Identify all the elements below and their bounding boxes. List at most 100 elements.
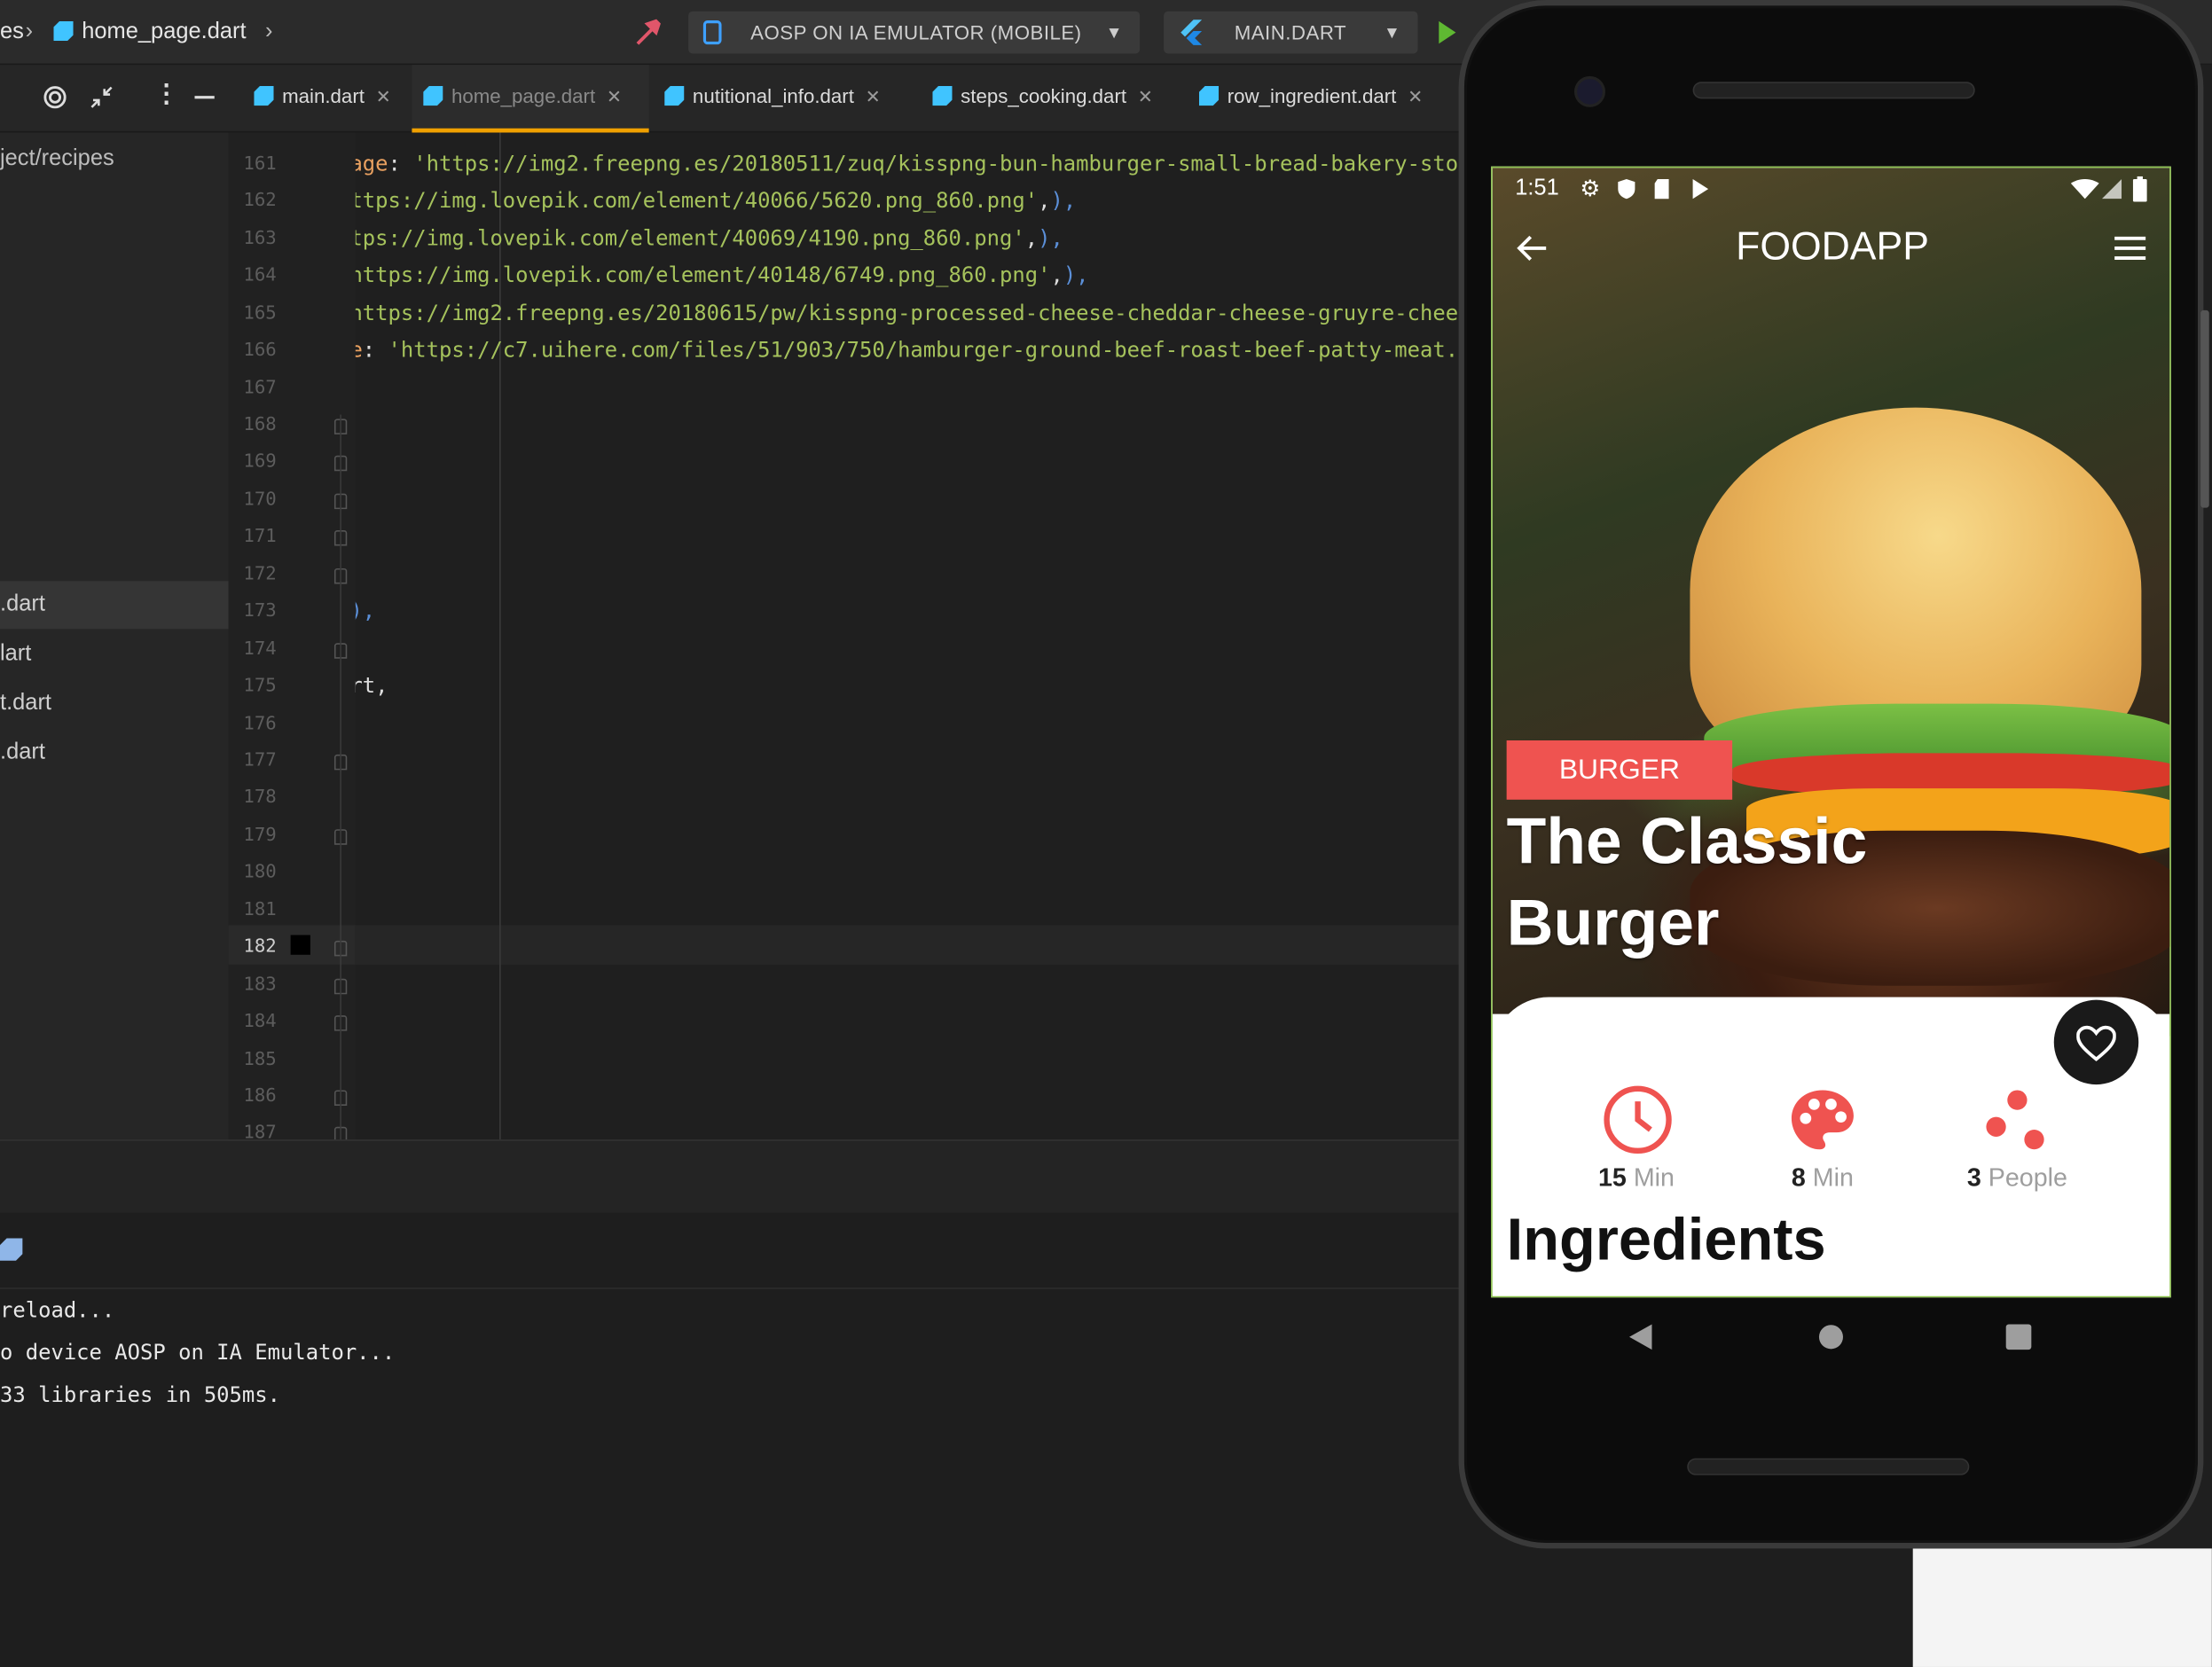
menu-icon[interactable] bbox=[2114, 236, 2147, 262]
flutter-icon bbox=[1181, 20, 1203, 45]
line-number: 181 bbox=[243, 899, 277, 921]
code-line: e: 'https://c7.uihere.com/files/51/903/7… bbox=[356, 337, 1467, 363]
editor-tab-bar: ⋮ main.dart ✕ home_page.dart ✕ nutitional_… bbox=[0, 65, 1468, 133]
run-icon[interactable] bbox=[1436, 20, 1458, 45]
android-nav-bar bbox=[1491, 1297, 2171, 1376]
stat-value: 8 Min bbox=[1724, 1163, 1922, 1193]
project-file-item[interactable]: t.dart bbox=[0, 680, 229, 728]
line-number: 177 bbox=[243, 750, 277, 772]
collapse-icon[interactable] bbox=[89, 84, 114, 110]
code-line: ttps://img.lovepik.com/element/40066/562… bbox=[356, 188, 1076, 214]
project-file-item[interactable]: .dart bbox=[0, 729, 229, 777]
status-time: 1:51 bbox=[1515, 176, 1559, 200]
line-number: 185 bbox=[243, 1049, 277, 1071]
volume-button bbox=[2200, 309, 2209, 508]
play-store-icon bbox=[1692, 178, 1709, 200]
close-icon[interactable]: ✕ bbox=[1408, 86, 1423, 107]
dots-icon bbox=[1986, 1090, 2044, 1150]
project-path[interactable]: ject/recipes bbox=[0, 136, 229, 184]
project-file-item[interactable]: lart bbox=[0, 630, 229, 678]
project-panel: ject/recipes .dart lart t.dart .dart bbox=[0, 132, 229, 1140]
target-icon[interactable] bbox=[43, 84, 68, 110]
line-gutter: 161 162 163 164 165 166 167 168 169 170 … bbox=[228, 132, 356, 1144]
line-number: 161 bbox=[243, 153, 277, 176]
signal-icon bbox=[2101, 178, 2122, 200]
line-number: 166 bbox=[243, 340, 277, 362]
code-key: e bbox=[356, 337, 363, 363]
code-string: 'https://img2.freepng.es/20180511/zuq/ki… bbox=[413, 151, 1468, 176]
line-number: 183 bbox=[243, 974, 277, 996]
breadcrumb-file[interactable]: home_page.dart bbox=[53, 20, 247, 45]
ingredients-heading: Ingredients bbox=[1506, 1205, 1826, 1272]
stat-number: 15 bbox=[1597, 1163, 1627, 1192]
current-line-highlight bbox=[355, 925, 1468, 965]
tab-main-dart[interactable]: main.dart ✕ bbox=[248, 65, 396, 132]
tab-label: home_page.dart bbox=[451, 84, 596, 107]
line-number: 182 bbox=[243, 936, 277, 958]
code-key: age bbox=[356, 151, 388, 176]
dart-console-icon bbox=[0, 1238, 23, 1261]
android-status-bar: 1:51 ⚙ bbox=[1493, 168, 2169, 213]
close-icon[interactable]: ✕ bbox=[376, 86, 391, 107]
line-number: 171 bbox=[243, 526, 277, 548]
minimize-icon[interactable] bbox=[194, 96, 215, 99]
tab-row-ingredient-dart[interactable]: row_ingredient.dart ✕ bbox=[1198, 65, 1423, 132]
stat-unit: Min bbox=[1812, 1163, 1854, 1192]
line-number: 173 bbox=[243, 600, 277, 622]
device-selector[interactable]: AOSP ON IA EMULATOR (MOBILE) ▼ bbox=[688, 11, 1141, 54]
earpiece-speaker bbox=[1692, 82, 1975, 99]
battery-icon bbox=[2132, 176, 2147, 202]
tab-home-page-dart[interactable]: home_page.dart ✕ bbox=[412, 65, 649, 133]
line-number: 186 bbox=[243, 1085, 277, 1107]
line-number: 175 bbox=[243, 675, 277, 697]
tab-steps-cooking-dart[interactable]: steps_cooking.dart ✕ bbox=[932, 65, 1153, 132]
breakpoint-marker[interactable] bbox=[290, 935, 310, 955]
stat-number: 8 bbox=[1791, 1163, 1806, 1192]
close-icon[interactable]: ✕ bbox=[866, 86, 881, 107]
more-options-icon[interactable]: ⋮ bbox=[153, 79, 179, 108]
close-icon[interactable]: ✕ bbox=[1138, 86, 1153, 107]
front-camera bbox=[1573, 75, 1605, 107]
tab-nutitional-info-dart[interactable]: nutitional_info.dart ✕ bbox=[664, 65, 881, 132]
nav-back-icon[interactable] bbox=[1627, 1323, 1655, 1351]
code-editor[interactable]: age: 'https://img2.freepng.es/20180511/z… bbox=[355, 132, 1468, 1140]
code-line: rt, bbox=[356, 672, 388, 699]
dart-file-icon bbox=[664, 86, 685, 106]
line-number: 172 bbox=[243, 564, 277, 586]
dart-file-icon bbox=[423, 86, 443, 106]
tab-label: steps_cooking.dart bbox=[961, 84, 1127, 107]
panel-divider bbox=[0, 1139, 1468, 1213]
console-divider bbox=[0, 1287, 1468, 1289]
hammer-build-icon[interactable] bbox=[632, 17, 663, 48]
wifi-icon bbox=[2070, 178, 2099, 200]
code-line: https://img.lovepik.com/element/40148/67… bbox=[356, 262, 1089, 288]
sd-card-icon bbox=[1654, 178, 1669, 200]
line-number: 169 bbox=[243, 450, 277, 473]
run-config-selector[interactable]: MAIN.DART ▼ bbox=[1164, 11, 1418, 54]
project-file-item[interactable]: .dart bbox=[0, 581, 229, 630]
favorite-button[interactable] bbox=[2053, 999, 2139, 1085]
stat-value: 3 People bbox=[1918, 1163, 2116, 1193]
nav-home-icon[interactable] bbox=[1817, 1323, 1846, 1351]
shield-icon bbox=[1618, 178, 1635, 200]
breadcrumb-file-label: home_page.dart bbox=[82, 20, 247, 44]
line-number: 176 bbox=[243, 713, 277, 735]
line-number: 178 bbox=[243, 787, 277, 809]
stat-number: 3 bbox=[1966, 1163, 1981, 1192]
tab-label: nutitional_info.dart bbox=[692, 84, 854, 107]
heart-icon bbox=[2076, 1025, 2116, 1061]
settings-icon: ⚙ bbox=[1580, 177, 1601, 202]
dart-file-icon bbox=[254, 86, 274, 106]
breadcrumb-separator: › bbox=[25, 20, 34, 44]
bottom-speaker bbox=[1687, 1458, 1970, 1475]
line-number: 167 bbox=[243, 378, 277, 400]
line-number: 163 bbox=[243, 228, 277, 250]
close-icon[interactable]: ✕ bbox=[607, 86, 622, 107]
breadcrumb-parent[interactable]: es bbox=[0, 20, 24, 45]
clock-icon bbox=[1604, 1085, 1672, 1154]
dish-title: The Classic Burger bbox=[1506, 803, 1868, 959]
line-number: 168 bbox=[243, 414, 277, 436]
dart-file-icon bbox=[1198, 86, 1220, 106]
nav-recents-icon[interactable] bbox=[2004, 1323, 2033, 1351]
code-string: ttps://img.lovepik.com/element/40066/562… bbox=[355, 187, 1039, 214]
